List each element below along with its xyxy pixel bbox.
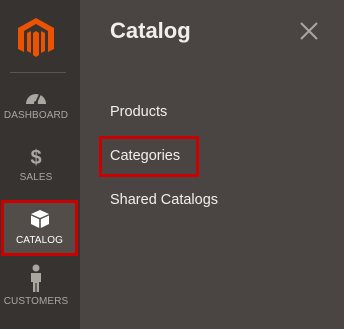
sidebar-item-customers[interactable]: CUSTOMERS [0, 264, 80, 322]
close-icon[interactable] [298, 20, 320, 42]
menu-link-categories[interactable]: Categories [110, 148, 180, 164]
sidebar-item-dashboard[interactable]: DASHBOARD [0, 86, 80, 144]
flyout-title: Catalog [110, 18, 191, 43]
menu-link-shared-catalogs[interactable]: Shared Catalogs [110, 192, 218, 208]
admin-sidebar: DASHBOARD $ SALES CATALOG CUSTOMERS [0, 0, 80, 329]
catalog-flyout-panel: Catalog Products Categories Shared Catal… [80, 0, 344, 329]
person-icon [0, 264, 72, 297]
magento-logo-icon[interactable] [17, 17, 55, 59]
sidebar-item-catalog[interactable]: CATALOG [1, 200, 78, 256]
sidebar-item-label: CATALOG [15, 235, 63, 246]
sidebar-item-label: CUSTOMERS [3, 296, 69, 307]
menu-link-products[interactable]: Products [110, 104, 167, 120]
sidebar-item-label: DASHBOARD [3, 110, 69, 121]
box-icon [4, 209, 75, 234]
speedometer-icon [0, 88, 72, 111]
dollar-icon: $ [30, 147, 42, 169]
logo-divider [10, 72, 66, 73]
sidebar-item-label: SALES [19, 172, 53, 183]
sidebar-item-sales[interactable]: $ SALES [0, 146, 80, 204]
